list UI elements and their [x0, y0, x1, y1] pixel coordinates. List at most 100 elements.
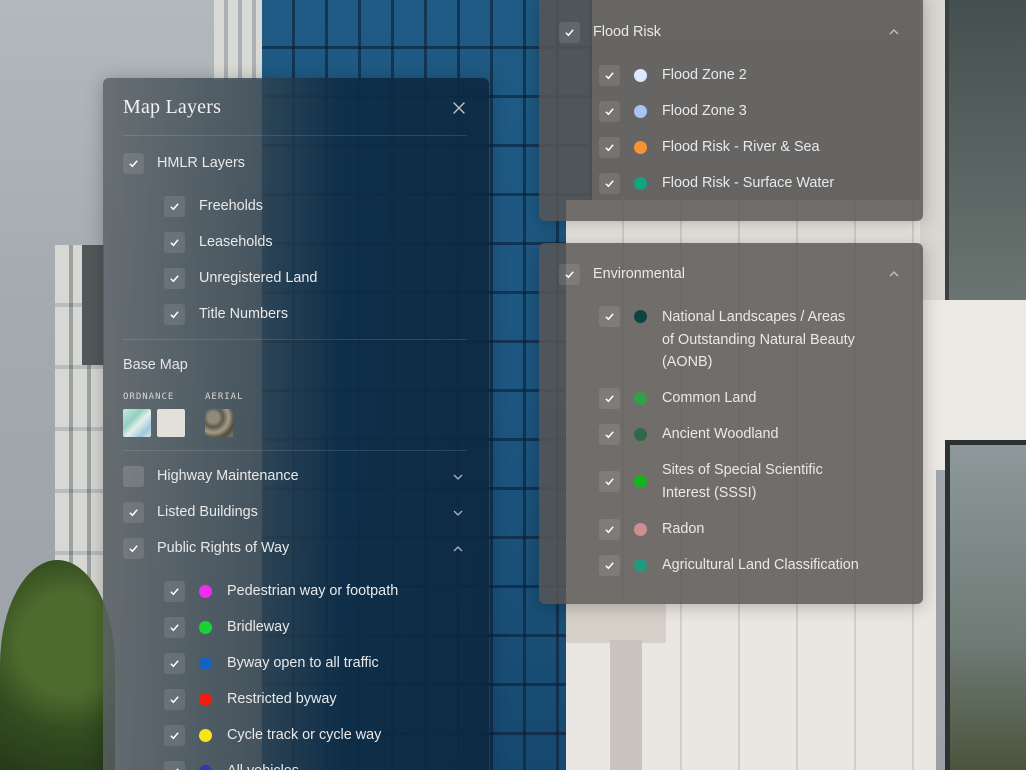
label-line: Interest (SSSI): [662, 484, 757, 501]
label-line: (AONB): [662, 354, 713, 370]
legend-dot: [634, 391, 647, 405]
checkbox[interactable]: [164, 580, 185, 602]
environmental-panel: Environmental National Landscapes / Area…: [539, 243, 923, 604]
checkbox[interactable]: [599, 423, 620, 445]
window-right-bottom: [945, 440, 1026, 770]
checkbox[interactable]: [164, 688, 185, 710]
flood-risk-panel: Flood Risk Flood Zone 2 Flood Zone 3 Flo…: [539, 0, 923, 221]
hmlr-layers-label: HMLR Layers: [157, 155, 245, 171]
layer-item-leaseholds[interactable]: Leaseholds: [164, 231, 273, 254]
row-label: Common Land: [662, 390, 757, 406]
environmental-checkbox[interactable]: [559, 263, 580, 285]
trees: [0, 560, 115, 770]
legend-dot: [634, 427, 647, 441]
checkbox[interactable]: [599, 136, 620, 158]
row-sssi[interactable]: Sites of Special Scientific Interest (SS…: [599, 459, 823, 504]
checkbox[interactable]: [599, 306, 620, 327]
row-label: Byway open to all traffic: [227, 655, 379, 671]
close-icon[interactable]: [451, 100, 467, 116]
checkbox[interactable]: [599, 64, 620, 86]
chevron-down-icon[interactable]: [452, 507, 464, 519]
checkbox[interactable]: [164, 652, 185, 674]
legend-dot: [634, 140, 647, 154]
building-facade: [214, 0, 262, 80]
row-common-land[interactable]: Common Land: [599, 387, 756, 410]
aerial-map-thumbnail[interactable]: [205, 409, 233, 437]
flood-risk-toggle[interactable]: Flood Risk: [559, 21, 661, 44]
row-radon[interactable]: Radon: [599, 518, 704, 541]
ordnance-map-thumbnail[interactable]: [123, 409, 151, 437]
layer-item-freeholds[interactable]: Freeholds: [164, 195, 263, 218]
building-left-dark: [82, 245, 104, 365]
label-line: Sites of Special Scientific: [662, 462, 823, 478]
row-flood-surface-water[interactable]: Flood Risk - Surface Water: [599, 172, 834, 195]
row-label: Ancient Woodland: [662, 426, 779, 442]
row-aonb[interactable]: National Landscapes / Areas of Outstandi…: [599, 306, 855, 374]
legend-dot: [199, 728, 212, 742]
row-restricted-byway[interactable]: Restricted byway: [164, 688, 337, 711]
checkbox[interactable]: [164, 616, 185, 638]
legend-dot: [634, 522, 647, 536]
legend-dot: [199, 620, 212, 634]
layer-item-title-numbers[interactable]: Title Numbers: [164, 303, 288, 326]
hmlr-layers-toggle[interactable]: HMLR Layers: [123, 152, 245, 175]
environmental-toggle[interactable]: Environmental: [559, 263, 685, 286]
row-byway[interactable]: Byway open to all traffic: [164, 652, 379, 675]
hmlr-layers-checkbox[interactable]: [123, 152, 144, 174]
legend-dot: [199, 692, 212, 706]
checkbox[interactable]: [599, 100, 620, 122]
checkbox[interactable]: [599, 387, 620, 409]
group-label: Listed Buildings: [157, 504, 258, 520]
chevron-up-icon[interactable]: [888, 26, 900, 38]
checkbox[interactable]: [164, 231, 185, 253]
legend-dot: [199, 584, 212, 598]
label-line: National Landscapes / Areas: [662, 309, 846, 325]
checkbox[interactable]: [599, 471, 620, 492]
row-ancient-woodland[interactable]: Ancient Woodland: [599, 423, 779, 446]
legend-dot: [199, 764, 212, 770]
checkbox[interactable]: [164, 724, 185, 746]
building-ledge: [566, 603, 666, 643]
chevron-up-icon[interactable]: [888, 268, 900, 280]
row-flood-zone-2[interactable]: Flood Zone 2: [599, 64, 747, 87]
checkbox[interactable]: [164, 760, 185, 770]
row-pedestrian-footpath[interactable]: Pedestrian way or footpath: [164, 580, 398, 603]
row-label: Cycle track or cycle way: [227, 727, 382, 743]
row-all-vehicles[interactable]: All vehicles: [164, 760, 299, 770]
row-bridleway[interactable]: Bridleway: [164, 616, 289, 639]
ordnance-label: ORDNANCE: [123, 392, 175, 402]
checkbox-unchecked[interactable]: [123, 465, 144, 487]
environmental-label: Environmental: [593, 266, 685, 282]
plain-map-thumbnail[interactable]: [157, 409, 185, 437]
checkbox[interactable]: [123, 537, 144, 559]
row-cycle-track[interactable]: Cycle track or cycle way: [164, 724, 381, 747]
checkbox[interactable]: [164, 195, 185, 217]
layer-item-unregistered-land[interactable]: Unregistered Land: [164, 267, 317, 290]
checkbox[interactable]: [164, 303, 185, 325]
checkbox[interactable]: [123, 501, 144, 523]
flood-risk-checkbox[interactable]: [559, 21, 580, 43]
checkbox[interactable]: [599, 518, 620, 540]
chevron-down-icon[interactable]: [452, 471, 464, 483]
row-flood-river-sea[interactable]: Flood Risk - River & Sea: [599, 136, 820, 159]
group-public-rights-of-way[interactable]: Public Rights of Way: [123, 537, 289, 560]
aerial-label: AERIAL: [205, 392, 244, 402]
row-label: Radon: [662, 521, 705, 537]
row-label: Sites of Special Scientific Interest (SS…: [662, 459, 823, 504]
layer-label: Leaseholds: [199, 234, 273, 250]
checkbox[interactable]: [599, 554, 620, 576]
legend-dot: [634, 558, 647, 572]
layer-label: Freeholds: [199, 198, 263, 214]
chevron-up-icon[interactable]: [452, 543, 464, 555]
legend-dot: [634, 68, 647, 82]
divider: [123, 450, 467, 451]
group-listed-buildings[interactable]: Listed Buildings: [123, 501, 258, 524]
row-agricultural-land[interactable]: Agricultural Land Classification: [599, 554, 859, 577]
legend-dot: [634, 176, 647, 190]
row-label: Agricultural Land Classification: [662, 557, 859, 573]
group-highway-maintenance[interactable]: Highway Maintenance: [123, 465, 299, 488]
checkbox[interactable]: [164, 267, 185, 289]
group-label: Public Rights of Way: [157, 540, 290, 556]
checkbox[interactable]: [599, 172, 620, 194]
row-flood-zone-3[interactable]: Flood Zone 3: [599, 100, 747, 123]
